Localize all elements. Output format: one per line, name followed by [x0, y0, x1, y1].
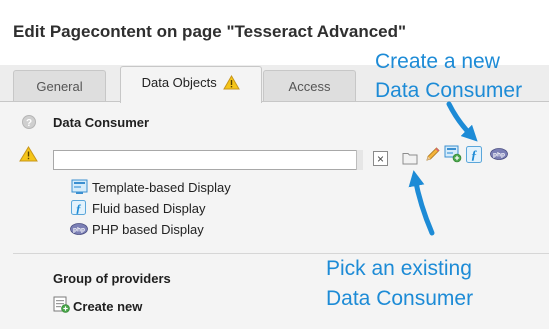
arrow-pick [408, 170, 435, 236]
tab-data-objects-label: Data Objects [141, 75, 217, 90]
tab-data-objects[interactable]: Data Objects [120, 66, 262, 103]
warning-icon [223, 74, 241, 90]
annotation-arrows [408, 101, 478, 236]
arrow-create [446, 101, 478, 142]
